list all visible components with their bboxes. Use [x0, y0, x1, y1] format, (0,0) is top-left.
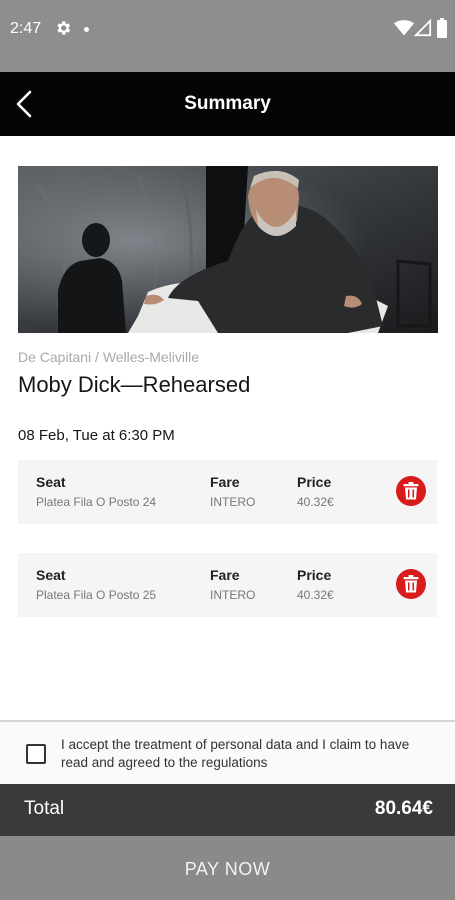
fare-label: Fare [210, 567, 240, 583]
total-label: Total [24, 798, 65, 819]
total-amount: 80.64€ [374, 798, 433, 819]
event-author: De Capitani / Welles-Meliville [18, 349, 200, 365]
status-time: 2:47 [10, 20, 42, 37]
gear-icon [57, 21, 71, 35]
fare-value: INTERO [210, 495, 256, 509]
total-bar: Total 80.64€ [0, 784, 455, 836]
trash-icon [403, 482, 419, 500]
pay-now-label: PAY NOW [184, 859, 271, 879]
seat-value: Platea Fila O Posto 24 [36, 495, 157, 509]
ticket-item: Seat Platea Fila O Posto 25 Fare INTERO … [18, 553, 437, 617]
app-bar: Summary [0, 72, 455, 136]
price-value: 40.32€ [297, 495, 334, 509]
battery-icon [437, 18, 447, 38]
fare-label: Fare [210, 474, 240, 490]
wifi-icon [394, 20, 414, 36]
delete-ticket-button[interactable] [396, 569, 426, 599]
trash-icon [403, 575, 419, 593]
ticket-item: Seat Platea Fila O Posto 24 Fare INTERO … [18, 460, 437, 524]
price-label: Price [297, 567, 332, 583]
status-bar: 2:47 [0, 0, 455, 72]
consent-text: I accept the treatment of personal data … [61, 737, 410, 770]
dot-icon [84, 27, 89, 32]
stage-performance-photo [18, 166, 438, 333]
seat-value: Platea Fila O Posto 25 [36, 588, 157, 602]
price-value: 40.32€ [297, 588, 334, 602]
signal-icon [414, 19, 432, 37]
delete-ticket-button[interactable] [396, 476, 426, 506]
price-label: Price [297, 474, 332, 490]
page-title: Summary [184, 93, 271, 114]
event-image [18, 166, 438, 333]
fare-value: INTERO [210, 588, 256, 602]
event-title: Moby Dick—Rehearsed [18, 372, 251, 397]
consent-bar: I accept the treatment of personal data … [0, 720, 455, 784]
seat-label: Seat [36, 474, 66, 490]
event-date: 08 Feb, Tue at 6:30 PM [18, 427, 175, 444]
consent-checkbox[interactable] [26, 744, 46, 764]
seat-label: Seat [36, 567, 66, 583]
pay-now-button[interactable]: PAY NOW [0, 836, 455, 900]
